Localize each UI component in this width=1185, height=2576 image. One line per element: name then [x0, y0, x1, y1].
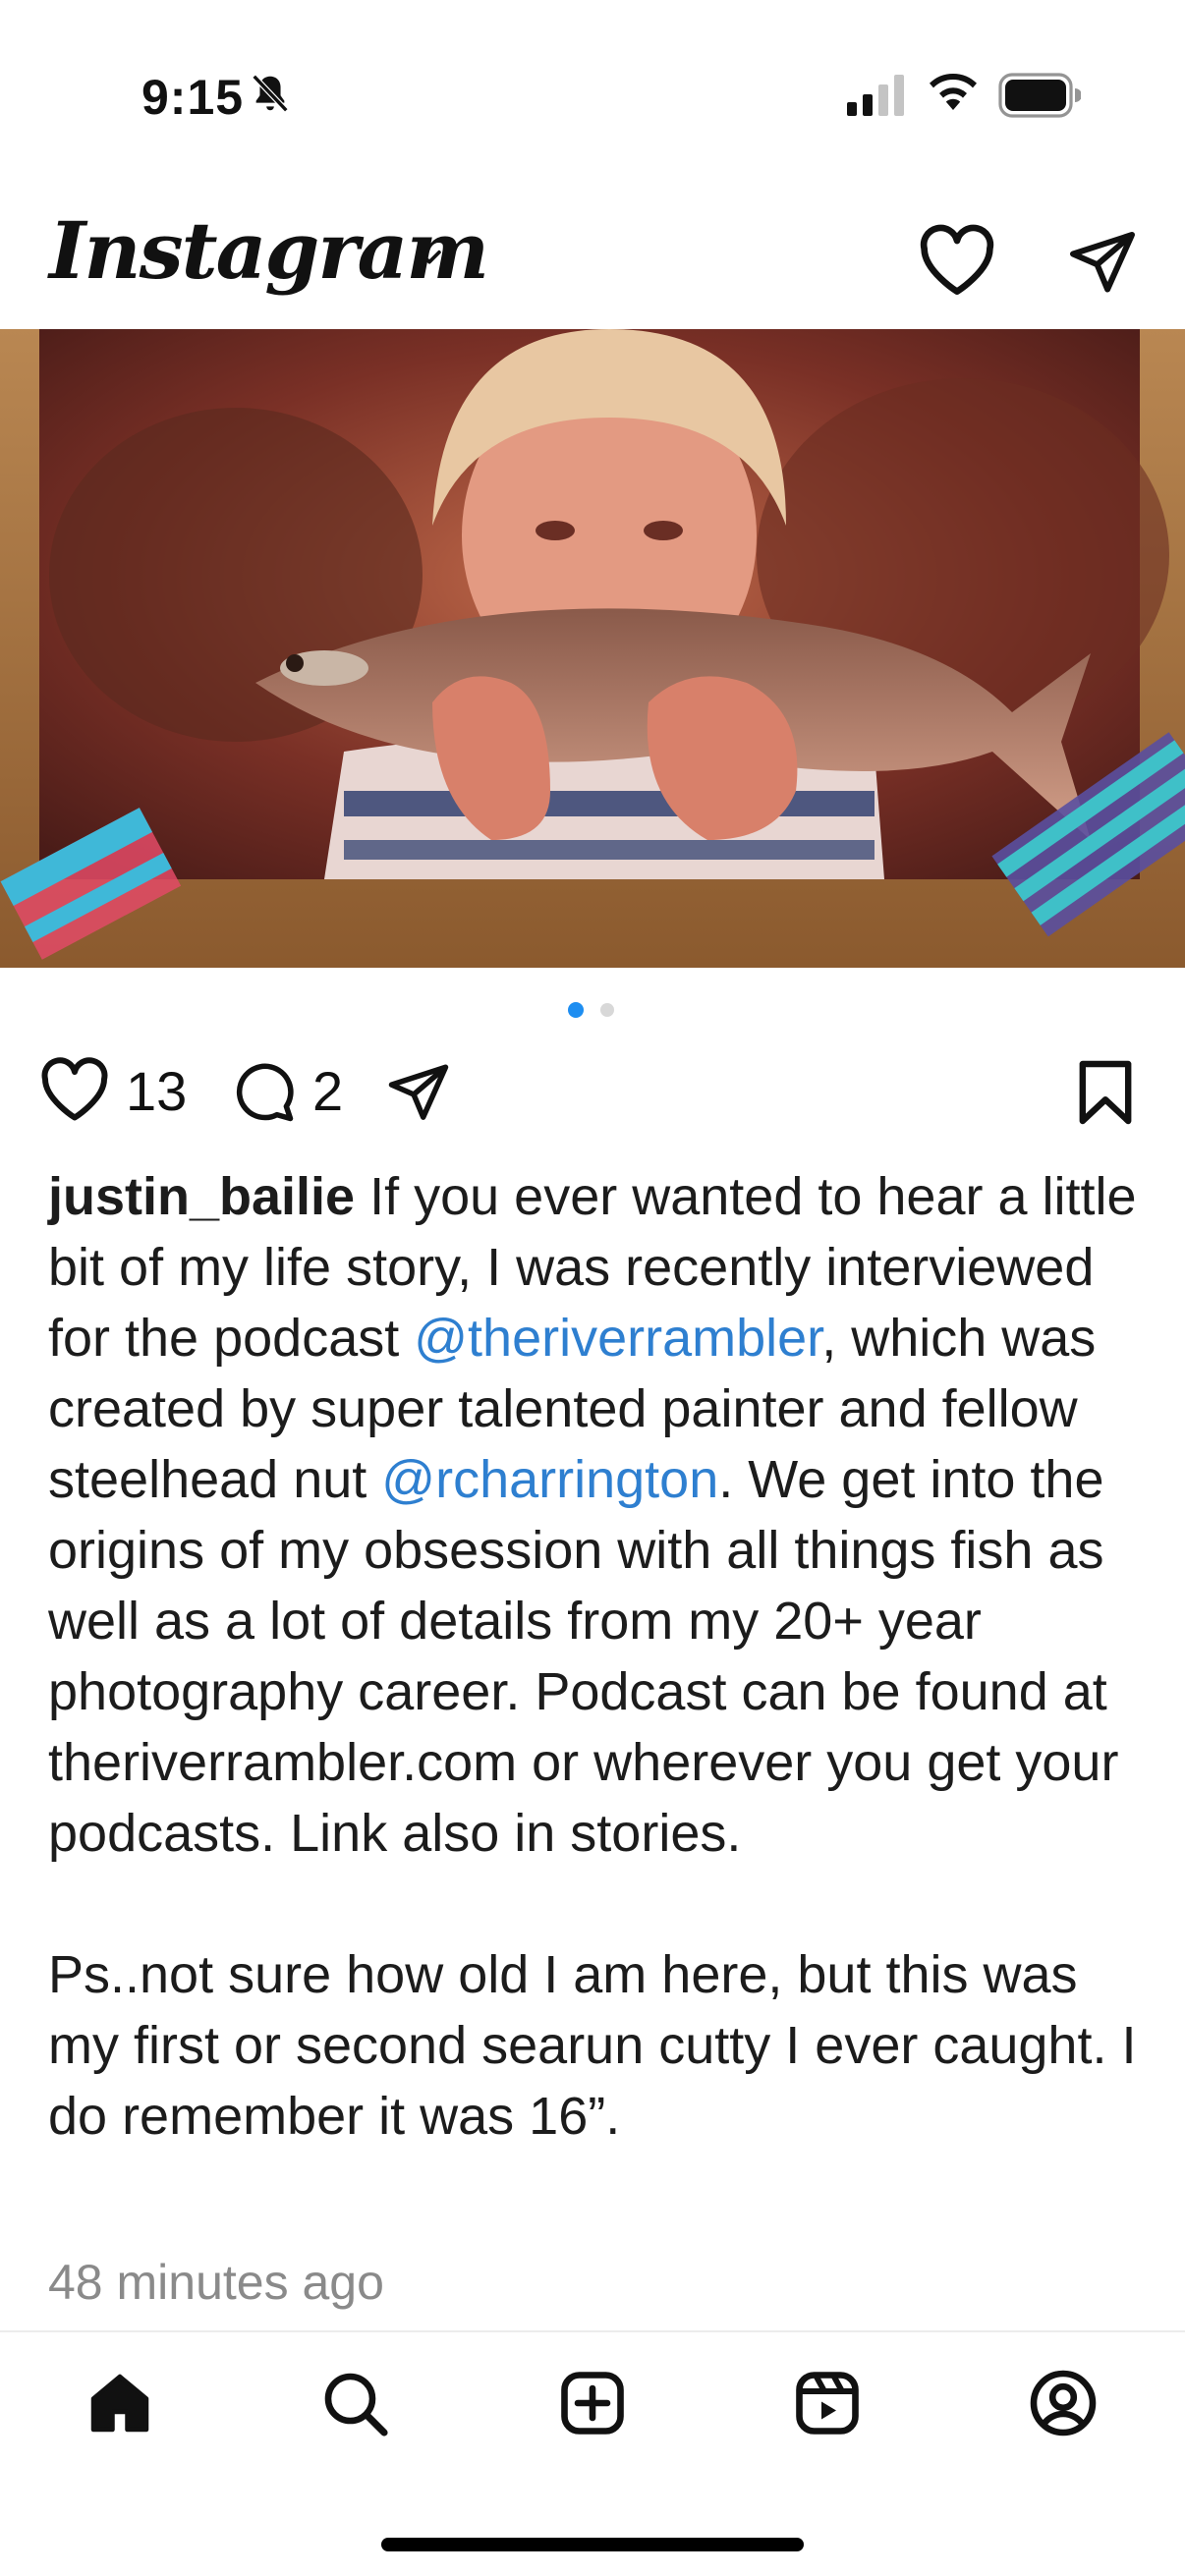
- mention-link[interactable]: @rcharrington: [381, 1450, 718, 1509]
- carousel-indicator: [0, 1002, 1185, 1022]
- comment-icon[interactable]: [230, 1059, 297, 1124]
- profile-icon[interactable]: [1028, 2368, 1099, 2438]
- bookmark-icon[interactable]: [1077, 1057, 1134, 1128]
- like-count[interactable]: 13: [126, 1059, 187, 1123]
- post-caption: justin_bailie If you ever wanted to hear…: [48, 1161, 1154, 2152]
- mention-link[interactable]: @theriverrambler: [414, 1309, 821, 1368]
- silent-bell-icon: [252, 74, 289, 113]
- cellular-signal-icon: [847, 75, 904, 116]
- send-icon[interactable]: [1065, 226, 1140, 297]
- battery-icon: [998, 73, 1081, 118]
- bottom-nav: [0, 2332, 1185, 2478]
- status-bar: 9:15: [0, 0, 1185, 187]
- wifi-icon: [930, 73, 977, 110]
- caption-text: . We get into the origins of my obsessio…: [48, 1450, 1119, 1863]
- app-header: Instagram: [0, 196, 1185, 324]
- create-icon[interactable]: [557, 2368, 628, 2438]
- status-time: 9:15: [141, 70, 245, 125]
- post-timestamp: 48 minutes ago: [48, 2255, 384, 2310]
- carousel-dot: [600, 1003, 614, 1017]
- home-icon[interactable]: [85, 2368, 155, 2438]
- post-actions: 13 2: [0, 1049, 1185, 1138]
- home-indicator[interactable]: [381, 2538, 804, 2551]
- post-username[interactable]: justin_bailie: [48, 1167, 355, 1226]
- caption-paragraph: justin_bailie If you ever wanted to hear…: [48, 1161, 1154, 1869]
- reels-icon[interactable]: [792, 2368, 863, 2438]
- heart-icon[interactable]: [918, 224, 996, 297]
- chevron-down-icon[interactable]: [413, 240, 446, 273]
- share-icon[interactable]: [383, 1059, 454, 1124]
- like-icon[interactable]: [39, 1057, 110, 1122]
- comment-count[interactable]: 2: [312, 1059, 343, 1123]
- carousel-dot-active: [568, 1002, 584, 1018]
- post-photo[interactable]: [0, 329, 1185, 968]
- caption-paragraph: Ps..not sure how old I am here, but this…: [48, 1945, 1137, 2146]
- search-icon[interactable]: [319, 2368, 390, 2438]
